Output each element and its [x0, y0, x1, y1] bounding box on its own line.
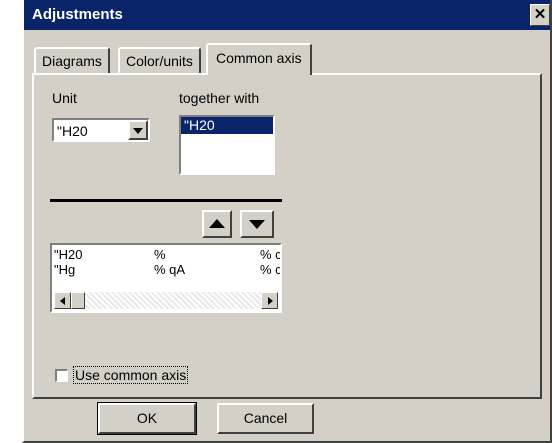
together-with-item-selected[interactable]: "H20	[181, 117, 273, 134]
triangle-down-icon	[249, 220, 265, 229]
move-down-button[interactable]	[240, 210, 274, 238]
table-cell: % qA	[154, 262, 186, 277]
arrow-right-icon	[268, 297, 273, 305]
triangle-up-icon	[209, 219, 225, 228]
tab-common-axis-label: Common axis	[216, 50, 302, 66]
divider-line	[50, 199, 282, 202]
ok-button-label: OK	[136, 410, 158, 426]
move-up-button[interactable]	[202, 210, 232, 238]
unit-table[interactable]: "H20 % % c "Hg % qA % c	[50, 243, 282, 313]
chevron-down-icon	[133, 128, 143, 134]
tab-diagrams-label: Diagrams	[42, 53, 102, 69]
tab-common-axis[interactable]: Common axis	[206, 43, 312, 75]
use-common-axis-checkbox[interactable]	[55, 369, 68, 382]
cancel-button-label: Cancel	[243, 410, 288, 426]
cancel-button[interactable]: Cancel	[217, 403, 314, 434]
close-icon: ✕	[533, 6, 547, 23]
table-cell: %	[154, 247, 166, 262]
horizontal-scrollbar[interactable]	[54, 292, 278, 309]
adjustments-dialog: Adjustments ✕ Diagrams Color/units Commo…	[22, 0, 552, 443]
table-cell: "H20	[54, 247, 83, 262]
use-common-axis-label[interactable]: Use common axis	[72, 366, 189, 384]
unit-dropdown-button[interactable]	[128, 120, 148, 140]
title-bar[interactable]: Adjustments ✕	[24, 0, 550, 30]
table-cell: % c	[260, 262, 282, 277]
tab-diagrams[interactable]: Diagrams	[34, 47, 110, 73]
common-axis-panel: Unit together with "H20 "H20 "H20 % % c	[32, 73, 542, 399]
tab-color-units-label: Color/units	[126, 53, 193, 69]
table-cell: "Hg	[54, 262, 76, 277]
window-title: Adjustments	[32, 6, 123, 23]
ok-button[interactable]: OK	[97, 402, 197, 435]
scroll-right-button[interactable]	[261, 292, 278, 309]
scroll-thumb[interactable]	[71, 292, 85, 309]
unit-select-value: "H20	[57, 123, 88, 139]
table-cell: % c	[260, 247, 282, 262]
unit-select[interactable]: "H20	[52, 118, 150, 142]
scroll-left-button[interactable]	[54, 292, 71, 309]
arrow-left-icon	[60, 297, 65, 305]
close-button[interactable]: ✕	[530, 4, 550, 26]
tab-color-units[interactable]: Color/units	[118, 47, 201, 73]
together-with-list[interactable]: "H20	[179, 115, 275, 175]
unit-label: Unit	[52, 90, 77, 106]
together-with-label: together with	[179, 90, 260, 106]
